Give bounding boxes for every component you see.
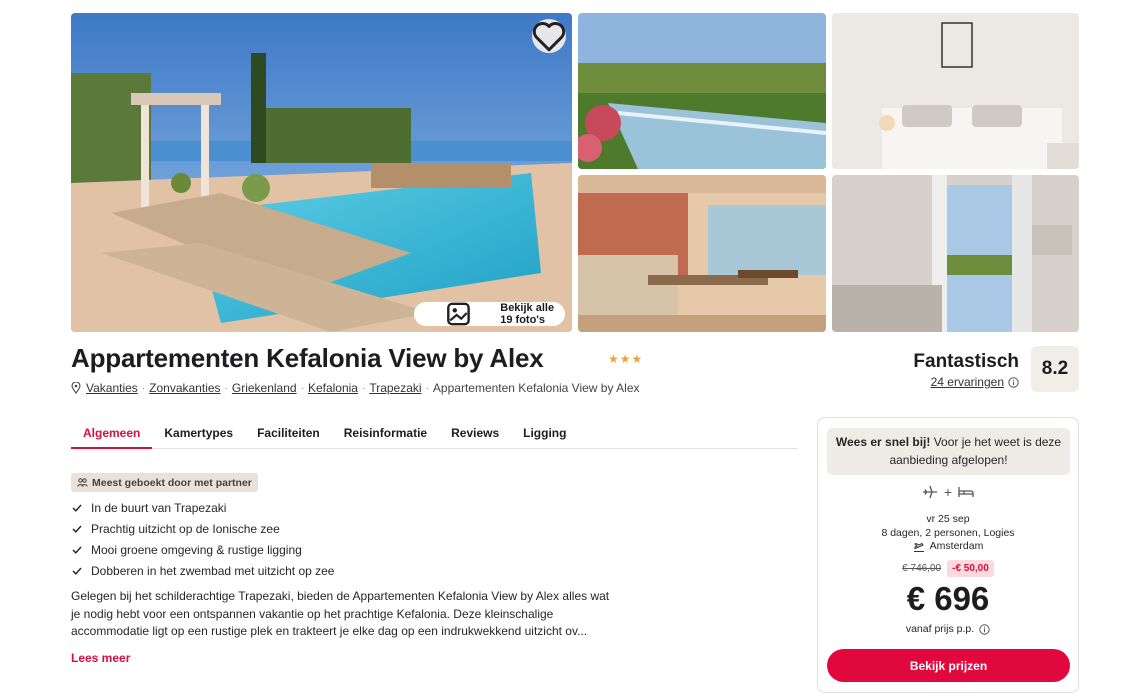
info-icon[interactable]	[1008, 376, 1019, 388]
usp-item: Mooi groene omgeving & rustige ligging	[72, 539, 334, 560]
hotel-description: Gelegen bij het schilderachtige Trapezak…	[71, 589, 610, 638]
main-photo-pool[interactable]: Bekijk alle 19 foto's	[71, 13, 572, 332]
departure-icon	[913, 542, 924, 552]
urgency-alert: Wees er snel bij! Voor je het weet is de…	[827, 428, 1070, 475]
price-note-label: vanaf prijs p.p.	[905, 623, 975, 635]
photo-view-balcony[interactable]	[578, 13, 826, 169]
gallery-icon	[447, 302, 471, 326]
view-prices-button[interactable]: Bekijk prijzen	[827, 649, 1070, 682]
breadcrumb-link-griekenland[interactable]: Griekenland	[232, 381, 297, 395]
plus-icon: +	[943, 484, 953, 500]
location-pin-icon	[71, 382, 81, 394]
usp-text: In de buurt van Trapezaki	[91, 500, 227, 515]
breadcrumb-separator: ·	[361, 382, 366, 394]
price-note: vanaf prijs p.p.	[818, 623, 1078, 635]
current-price: € 696	[906, 580, 990, 617]
bar-photo-illustration	[578, 175, 826, 332]
favorite-button[interactable]	[532, 19, 566, 53]
trip-date: vr 25 sep	[926, 513, 970, 525]
popular-badge-label: Meest geboekt door met partner	[92, 476, 252, 489]
tab-reviews[interactable]: Reviews	[439, 418, 511, 449]
breadcrumb-link-zonvakanties[interactable]: Zonvakanties	[149, 381, 220, 395]
star-icon: ★	[631, 352, 643, 366]
check-icon	[72, 546, 82, 554]
price-card: Wees er snel bij! Voor je het weet is de…	[817, 417, 1079, 693]
rating-label: Fantastisch	[913, 351, 1019, 372]
reviews-link[interactable]: 24 ervaringen	[931, 375, 1004, 389]
flight-icon	[922, 485, 937, 499]
usp-item: Prachtig uitzicht op de Ionische zee	[72, 518, 334, 539]
star-rating: ★ ★ ★	[608, 353, 642, 365]
popular-badge: Meest geboekt door met partner	[71, 473, 258, 492]
photo-gallery: Bekijk alle 19 foto's	[71, 13, 1079, 332]
usp-item: In de buurt van Trapezaki	[72, 497, 334, 518]
usp-text: Prachtig uitzicht op de Ionische zee	[91, 521, 280, 536]
info-icon[interactable]	[979, 623, 990, 635]
balcony-photo-illustration	[578, 13, 826, 169]
star-icon: ★	[619, 352, 631, 366]
review-score: 8.2	[1031, 346, 1079, 392]
alert-title: Wees er snel bij!	[835, 435, 931, 449]
breadcrumb: Vakanties · Zonvakanties · Griekenland · Ke…	[71, 381, 640, 395]
photo-room-window[interactable]	[832, 175, 1079, 332]
room-window-photo-illustration	[832, 175, 1079, 332]
star-icon: ★	[608, 352, 619, 366]
bed-icon	[958, 487, 974, 497]
price-comparison: € 746,00 -€ 50,00	[818, 560, 1078, 577]
view-all-photos-button[interactable]: Bekijk alle 19 foto's	[414, 302, 565, 326]
heart-icon	[532, 21, 566, 52]
check-icon	[72, 567, 82, 575]
rating-reviews: 24 ervaringen	[931, 375, 1019, 389]
breadcrumb-link-vakanties[interactable]: Vakanties	[86, 381, 138, 395]
bedroom-photo-illustration	[832, 13, 1079, 169]
check-icon	[72, 525, 82, 533]
breadcrumb-link-kefalonia[interactable]: Kefalonia	[308, 381, 358, 395]
usp-text: Dobberen in het zwembad met uitzicht op …	[91, 563, 335, 578]
detail-tabs: Algemeen Kamertypes Faciliteiten Reisinf…	[71, 418, 798, 449]
view-all-photos-label: Bekijk alle 19 foto's	[500, 302, 555, 326]
old-price: € 746,00	[902, 563, 942, 574]
departure-city: Amsterdam	[929, 540, 984, 552]
tab-kamertypes[interactable]: Kamertypes	[152, 418, 245, 449]
breadcrumb-link-trapezaki[interactable]: Trapezaki	[369, 381, 421, 395]
trip-departure: Amsterdam	[818, 540, 1078, 554]
hotel-name: Appartementen Kefalonia View by Alex	[71, 343, 544, 373]
breadcrumb-separator: ·	[300, 382, 304, 394]
trip-details: 8 dagen, 2 personen, Logies	[881, 526, 1015, 539]
discount-badge: -€ 50,00	[947, 560, 994, 577]
package-icons: +	[818, 484, 1078, 500]
usp-item: Dobberen in het zwembad met uitzicht op …	[72, 560, 334, 581]
breadcrumb-separator: ·	[425, 382, 429, 394]
usp-list: In de buurt van Trapezaki Prachtig uitzi…	[72, 497, 334, 581]
photo-bar[interactable]	[578, 175, 826, 332]
usp-text: Mooi groene omgeving & rustige ligging	[91, 542, 302, 557]
photo-bedroom[interactable]	[832, 13, 1079, 169]
partner-icon	[77, 478, 88, 487]
breadcrumb-current: Appartementen Kefalonia View by Alex	[432, 381, 640, 395]
tab-reisinformatie[interactable]: Reisinformatie	[332, 418, 439, 449]
breadcrumb-separator: ·	[141, 382, 146, 394]
tab-faciliteiten[interactable]: Faciliteiten	[245, 418, 332, 449]
read-more-link[interactable]: Lees meer	[71, 651, 130, 665]
tab-algemeen[interactable]: Algemeen	[71, 418, 153, 449]
breadcrumb-separator: ·	[224, 382, 228, 394]
trip-summary: vr 25 sep 8 dagen, 2 personen, Logies Am…	[818, 513, 1078, 554]
pool-photo-illustration	[71, 13, 572, 332]
check-icon	[72, 504, 82, 512]
tab-ligging[interactable]: Ligging	[511, 418, 578, 449]
